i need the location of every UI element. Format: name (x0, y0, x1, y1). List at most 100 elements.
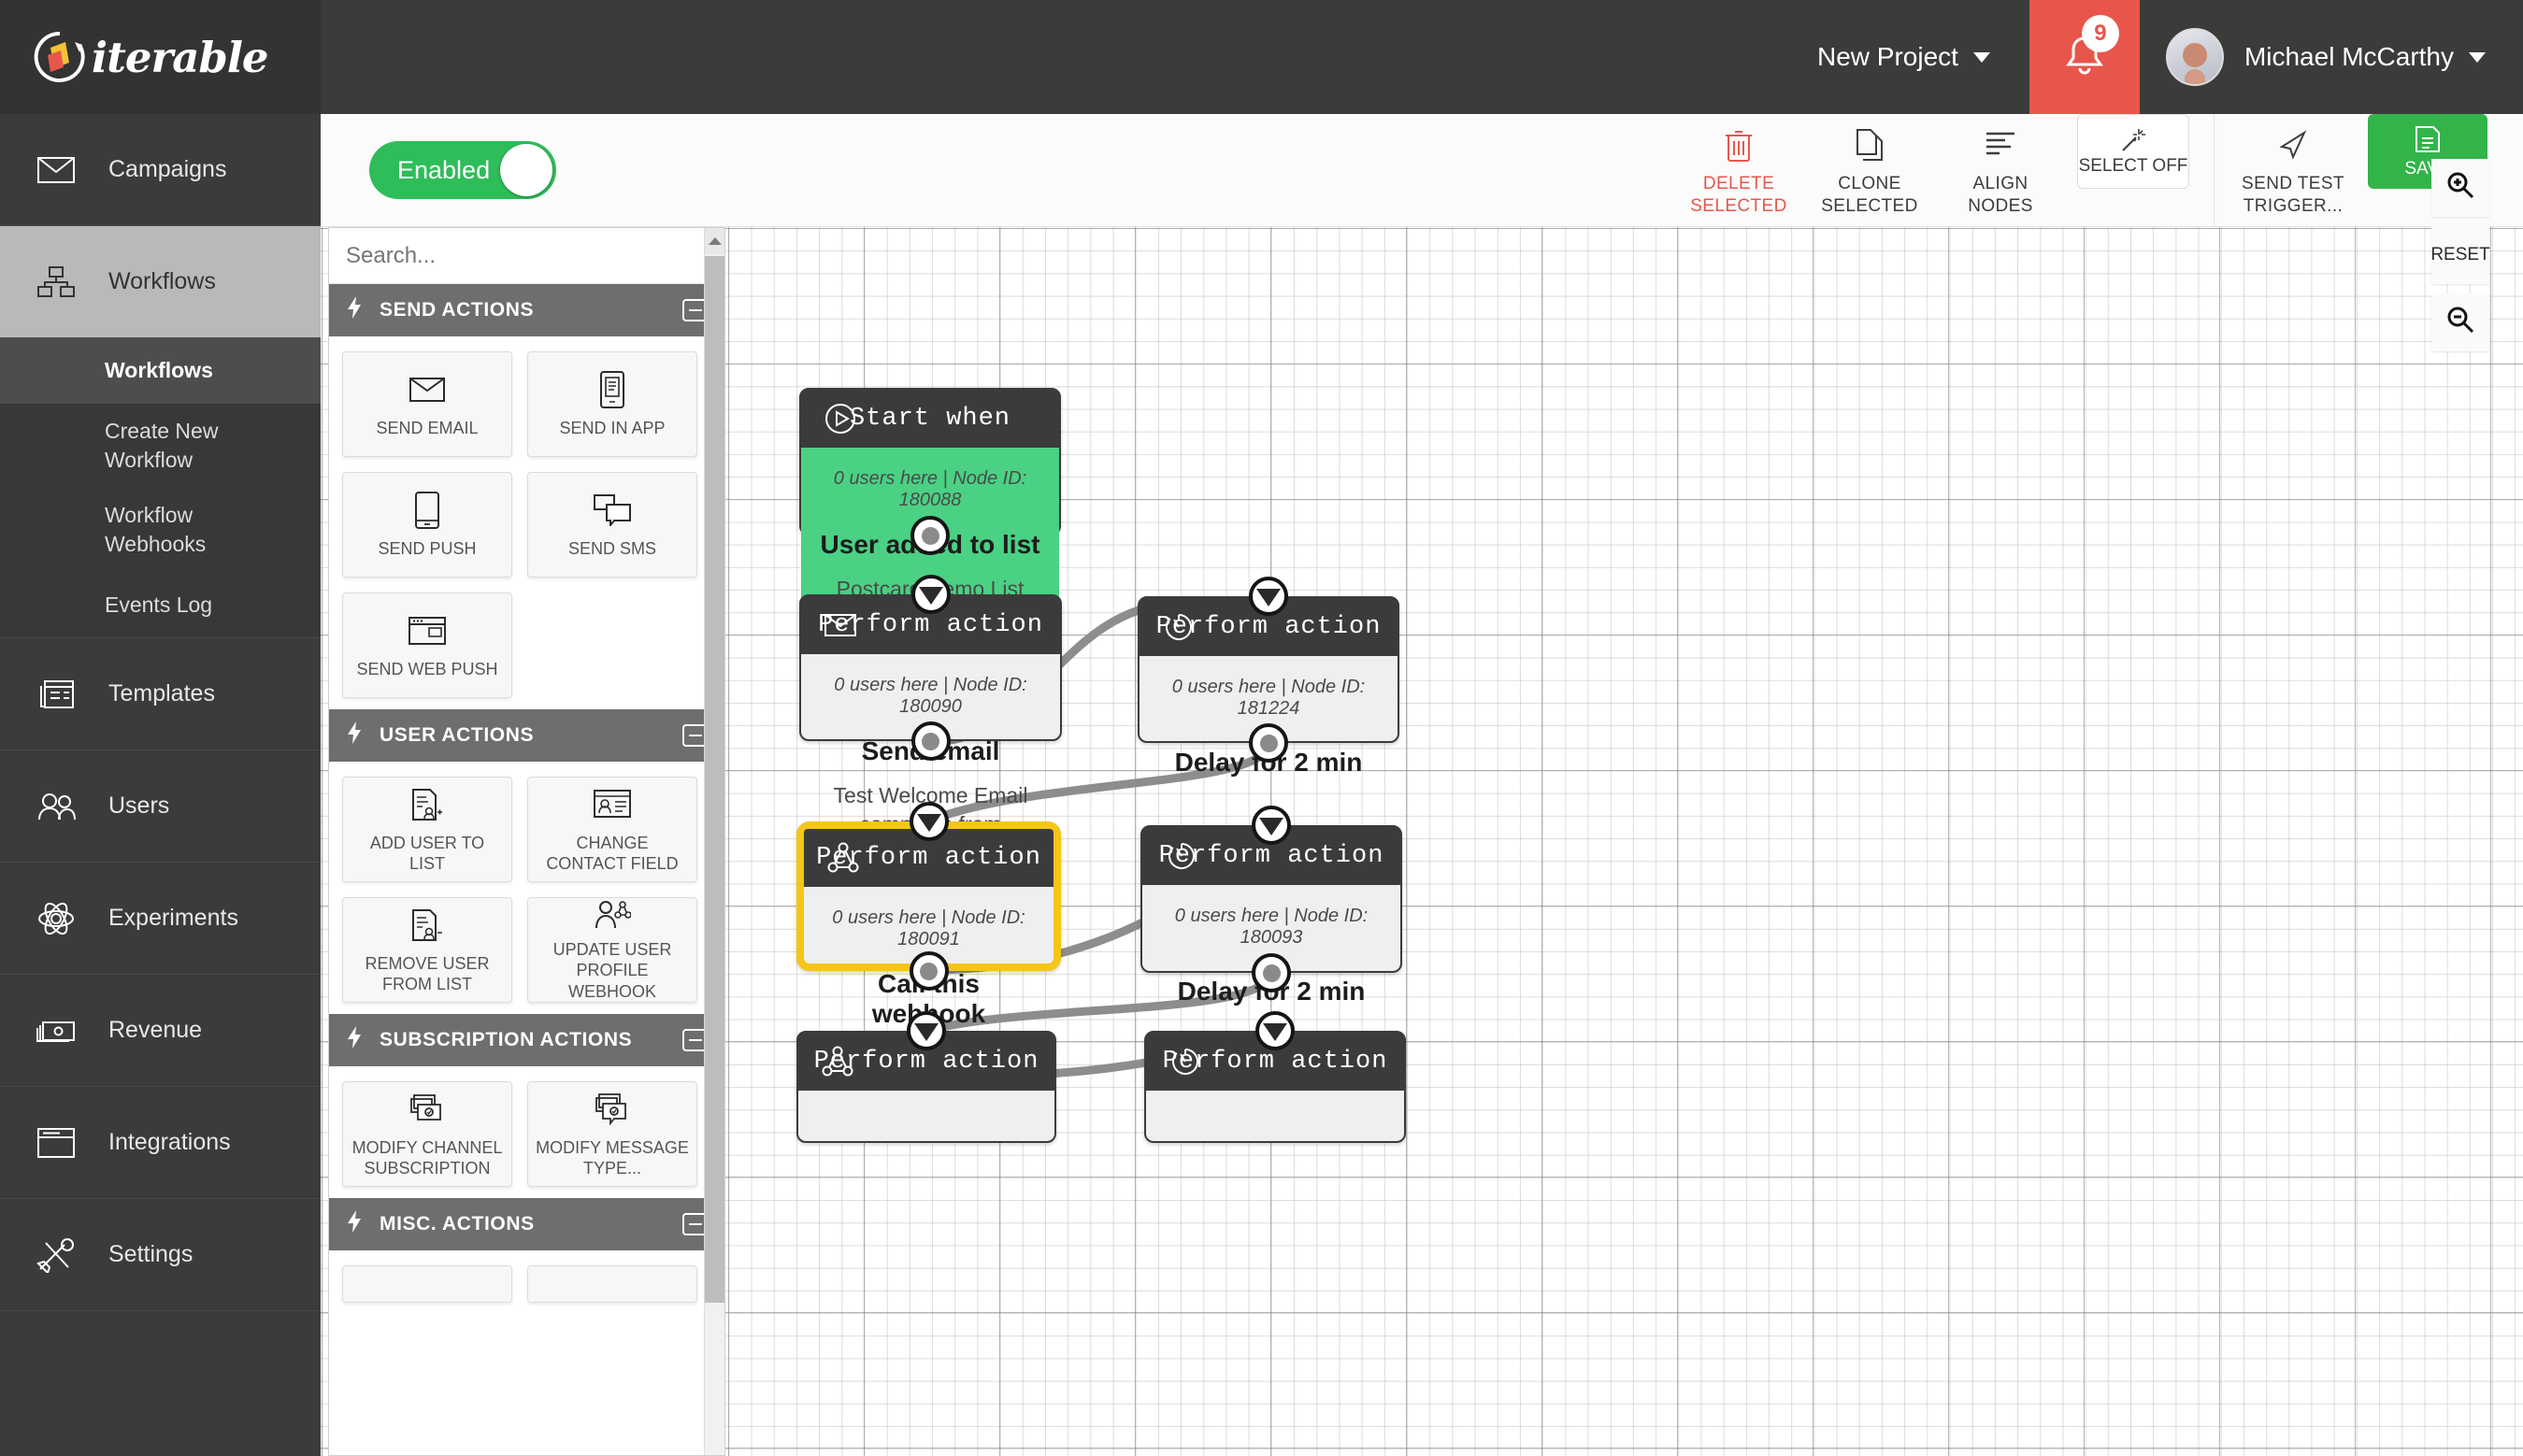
tools-icon (32, 1237, 80, 1273)
palette-tile-update-user-profile-webhook[interactable]: UPDATE USER PROFILE WEBHOOK (527, 897, 697, 1003)
workflow-node[interactable]: Perform action 0 users here | Node ID: 1… (799, 594, 1062, 741)
node-input-port[interactable] (907, 1011, 946, 1050)
workflow-enabled-toggle[interactable]: Enabled (369, 141, 556, 199)
sidebar-item-workflows[interactable]: Workflows (0, 226, 321, 338)
workflow-node[interactable]: Perform action (796, 1031, 1056, 1143)
palette-scrollbar[interactable] (704, 228, 724, 1455)
sidebar-subitem-create-new-workflow[interactable]: Create New Workflow (0, 404, 321, 488)
node-output-port[interactable] (910, 516, 950, 555)
button-label-line2: SELECTED (1821, 195, 1918, 218)
clock-icon (1160, 608, 1197, 646)
select-mode-toggle[interactable]: SELECT OFF (2077, 114, 2189, 189)
node-output-port[interactable] (910, 951, 949, 991)
clone-selected-button[interactable]: CLONE SELECTED (1804, 114, 1935, 227)
palette-tile-misc-2[interactable] (527, 1265, 697, 1303)
button-label-line1: CLONE (1838, 173, 1900, 195)
node-body (798, 1091, 1054, 1128)
palette-tile-add-user-to-list[interactable]: ADD USER TO LIST (342, 777, 512, 882)
search-input[interactable] (329, 243, 724, 269)
workflow-node[interactable]: Perform action (1144, 1031, 1406, 1143)
zoom-in-button[interactable] (2431, 159, 2489, 217)
webhook-icon (819, 1043, 856, 1080)
sidebar-item-experiments[interactable]: Experiments (0, 863, 321, 975)
palette-tile-modify-channel-subscription[interactable]: MODIFY CHANNEL SUBSCRIPTION (342, 1081, 512, 1187)
node-input-port[interactable] (910, 802, 949, 841)
node-output-port[interactable] (1249, 723, 1288, 763)
sidebar-item-users[interactable]: Users (0, 750, 321, 863)
align-nodes-button[interactable]: ALIGN NODES (1935, 114, 2066, 227)
sidebar-item-campaigns[interactable]: Campaigns (0, 114, 321, 226)
envelope-icon (822, 607, 859, 644)
palette-section-header-subscription-actions[interactable]: SUBSCRIPTION ACTIONS (329, 1014, 724, 1066)
palette-section-header-misc-actions[interactable]: MISC. ACTIONS (329, 1198, 724, 1250)
copy-icon (1856, 123, 1884, 166)
zoom-reset-button[interactable]: RESET (2431, 226, 2489, 284)
envelope-icon (32, 157, 80, 183)
scrollbar-thumb[interactable] (705, 256, 725, 1303)
project-switcher[interactable]: New Project (1817, 42, 1990, 72)
node-input-port[interactable] (1249, 577, 1288, 616)
workflow-node-selected[interactable]: Perform action 0 users here | Node ID: 1… (796, 821, 1061, 971)
palette-section-header-send-actions[interactable]: SEND ACTIONS (329, 284, 724, 336)
delete-selected-button[interactable]: DELETE SELECTED (1673, 114, 1804, 227)
magic-wand-icon (2120, 126, 2146, 154)
button-label-line2: TRIGGER... (2243, 195, 2343, 218)
sitemap-icon (32, 266, 80, 298)
palette-tile-send-web-push[interactable]: SEND WEB PUSH (342, 592, 512, 698)
browser-push-icon (409, 611, 446, 650)
palette-tile-send-email[interactable]: SEND EMAIL (342, 351, 512, 457)
palette-tile-change-contact-field[interactable]: CHANGE CONTACT FIELD (527, 777, 697, 882)
sidebar-subitem-label: Workflows (105, 356, 213, 385)
palette-tile-remove-user-from-list[interactable]: REMOVE USER FROM LIST (342, 897, 512, 1003)
section-title: USER ACTIONS (380, 724, 534, 747)
zoom-controls: RESET (2431, 159, 2489, 361)
chevron-down-icon (2469, 52, 2486, 63)
tile-label: SEND PUSH (378, 538, 476, 560)
workflow-node[interactable]: Perform action 0 users here | Node ID: 1… (1140, 825, 1402, 973)
palette-tiles-subscription-actions: MODIFY CHANNEL SUBSCRIPTION MODIFY MESSA… (329, 1066, 724, 1198)
sidebar-item-settings[interactable]: Settings (0, 1199, 321, 1311)
lightning-icon (346, 721, 363, 750)
sidebar-subitem-workflows[interactable]: Workflows (0, 338, 321, 404)
palette-tile-send-sms[interactable]: SEND SMS (527, 472, 697, 578)
node-output-port[interactable] (1252, 953, 1291, 992)
palette-tile-send-push[interactable]: SEND PUSH (342, 472, 512, 578)
node-input-port[interactable] (911, 575, 951, 614)
align-icon (1985, 123, 2016, 166)
workflow-node[interactable]: Start when 0 users here | Node ID: 18008… (799, 388, 1061, 535)
button-label-line1: DELETE (1703, 173, 1774, 195)
sidebar-item-templates[interactable]: Templates (0, 638, 321, 750)
sidebar-item-revenue[interactable]: Revenue (0, 975, 321, 1087)
zoom-out-button[interactable] (2431, 293, 2489, 351)
project-name: New Project (1817, 42, 1958, 72)
sidebar-subitem-workflow-webhooks[interactable]: Workflow Webhooks (0, 488, 321, 572)
lightning-icon (346, 295, 363, 325)
tile-label: CHANGE CONTACT FIELD (536, 833, 689, 875)
user-menu[interactable]: Michael McCarthy (2140, 28, 2523, 86)
contact-card-icon (594, 785, 631, 824)
palette-tile-modify-message-type[interactable]: MODIFY MESSAGE TYPE... (527, 1081, 697, 1187)
palette-tile-send-in-app[interactable]: SEND IN APP (527, 351, 697, 457)
sidebar-item-integrations[interactable]: Integrations (0, 1087, 321, 1199)
button-label-line2: SELECTED (1690, 195, 1787, 218)
palette-tiles-user-actions: ADD USER TO LIST CHANGE CONTACT FIELD RE… (329, 762, 724, 1014)
palette-section-header-user-actions[interactable]: USER ACTIONS (329, 709, 724, 762)
workflow-builder-app: iterable Campaigns Workflows Workflows C… (0, 0, 2523, 1456)
tile-label: SEND WEB PUSH (356, 659, 497, 680)
tile-label: MODIFY CHANNEL SUBSCRIPTION (351, 1137, 504, 1179)
scroll-up-icon[interactable] (705, 228, 724, 254)
workflow-node[interactable]: Perform action 0 users here | Node ID: 1… (1138, 596, 1399, 743)
palette-tile-misc-1[interactable] (342, 1265, 512, 1303)
node-input-port[interactable] (1255, 1011, 1295, 1050)
envelope-icon (409, 370, 445, 409)
notifications-button[interactable]: 9 (2029, 0, 2140, 114)
sidebar-item-label: Templates (108, 680, 215, 707)
send-test-trigger-button[interactable]: SEND TEST TRIGGER... (2228, 114, 2358, 227)
save-icon (2415, 123, 2441, 155)
webhook-icon (824, 839, 862, 877)
sidebar-subitem-events-log[interactable]: Events Log (0, 572, 321, 637)
brand-logo[interactable]: iterable (0, 0, 321, 114)
node-output-port[interactable] (911, 721, 951, 761)
node-input-port[interactable] (1252, 806, 1291, 845)
tile-label: UPDATE USER PROFILE WEBHOOK (536, 939, 689, 1003)
